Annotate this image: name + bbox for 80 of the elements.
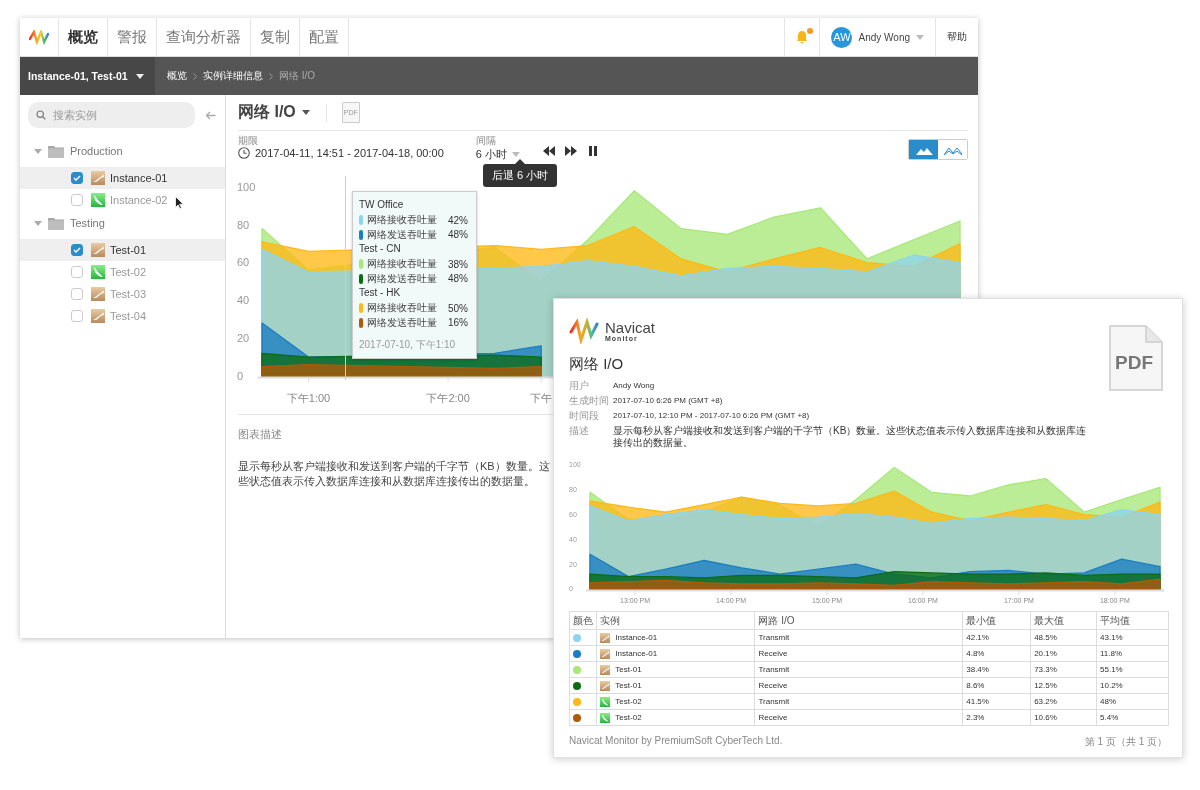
legend-value: 16% (448, 317, 468, 329)
meta-label: 生成时间 (569, 395, 610, 407)
table-cell: Instance-01 (615, 649, 658, 658)
table-cell: 73.3% (1030, 661, 1097, 678)
axis-label: 0 (237, 369, 244, 382)
legend-value: 38% (448, 258, 468, 270)
table-cell: 11.8% (1096, 645, 1169, 662)
table-cell: 55.1% (1096, 661, 1169, 678)
table-cell: Transmit (754, 661, 963, 678)
section-label: 图表描述 (238, 428, 282, 440)
table-cell: 8.6% (962, 677, 1031, 694)
table-cell: 4.8% (962, 645, 1031, 662)
file-type-label: PDF (1114, 352, 1154, 374)
table-cell: 38.4% (962, 661, 1031, 678)
table-cell: Receive (754, 645, 963, 662)
tooltip-time: 2017-07-10, 下午1:10 (359, 338, 457, 352)
column-header: 最大值 (1030, 611, 1097, 630)
legend-value: 48% (448, 273, 468, 285)
table-cell: Transmit (754, 629, 963, 646)
table-cell: 43.1% (1096, 629, 1169, 646)
table-cell: Test-01 (615, 665, 642, 674)
legend-label: 网络发送吞吐量 (367, 227, 438, 242)
breadcrumb-current: 网络 I/O (279, 69, 316, 83)
table-cell: 2.3% (962, 709, 1031, 726)
legend-value: 50% (448, 302, 468, 314)
series-group-title: Test - HK (359, 287, 402, 298)
page-number: 第 1 页（共 1 页） (1084, 735, 1167, 749)
axis-label: 下午1:00 (286, 392, 331, 404)
brand-name: Navicat (605, 320, 656, 335)
table-cell: 41.5% (962, 693, 1031, 710)
legend-value: 48% (448, 229, 468, 241)
chart-description: 显示每秒从客户端接收和发送到客户端的千字节（KB）数量。这些状态值表示传入数据库连接和从数据库连接传出的数据量。 (238, 459, 550, 489)
hint-tooltip: 后退 6 小时 (483, 159, 558, 187)
table-cell: Receive (754, 677, 963, 694)
meta-value: 2017-07-10, 12:10 PM - 2017-07-10 6:26 PM (GMT +8) (613, 410, 811, 422)
legend-label: 网络发送吞吐量 (367, 271, 438, 286)
meta-value: 2017-07-10 6:26 PM (GMT +8) (613, 395, 724, 407)
legend-label: 网络发送吞吐量 (367, 315, 438, 330)
legend-label: 网络接收吞吐量 (367, 257, 438, 272)
table-cell: 48% (1096, 693, 1169, 710)
column-header: 最小值 (962, 611, 1031, 630)
table-cell: 10.6% (1030, 709, 1097, 726)
axis-label: 60 (237, 256, 250, 269)
report-title: 网络 I/O (569, 355, 624, 374)
table-cell: Test-02 (615, 713, 642, 722)
table-cell: Instance-01 (615, 633, 658, 642)
field-label: 间隔 (475, 135, 497, 146)
meta-value: Andy Wong (613, 380, 656, 392)
meta-label: 用户 (569, 380, 590, 392)
series-group-title: Test - CN (359, 243, 402, 254)
table-cell: Test-02 (615, 697, 642, 706)
axis-label: 下午 (530, 392, 553, 404)
table-cell: 48.5% (1030, 629, 1097, 646)
axis-label: 20 (237, 332, 250, 345)
legend-label: 网络接收吞吐量 (367, 301, 438, 316)
axis-label: 80 (237, 218, 250, 231)
table-cell: 20.1% (1030, 645, 1097, 662)
field-label: 期限 (238, 135, 259, 146)
table-cell: 5.4% (1096, 709, 1169, 726)
column-header: 网路 I/O (754, 611, 963, 630)
column-header: 平均值 (1096, 611, 1169, 630)
column-header: 颜色 (569, 611, 597, 630)
footer-text: Navicat Monitor by PremiumSoft CyberTech Ltd. (569, 735, 783, 748)
axis-label: 下午2:00 (426, 392, 470, 404)
legend-value: 42% (448, 214, 468, 226)
table-cell: 12.5% (1030, 677, 1097, 694)
table-cell: 42.1% (962, 629, 1031, 646)
column-header: 实例 (596, 611, 755, 630)
table-cell: Receive (754, 709, 963, 726)
meta-label: 描述 (569, 425, 590, 438)
meta-label: 时间段 (569, 410, 600, 422)
series-group-title: TW Office (359, 199, 405, 210)
meta-value: 显示每秒从客户端接收和发送到客户端的千字节（KB）数量。这些状态值表示传入数据库连接和从数据库连接传出的数据量。 (613, 425, 1088, 449)
legend-label: 网络接收吞吐量 (367, 213, 438, 228)
table-cell: 63.2% (1030, 693, 1097, 710)
table-cell: Test-01 (615, 681, 642, 690)
axis-label: 40 (237, 294, 250, 307)
table-cell: 10.2% (1096, 677, 1169, 694)
axis-label: 100 (237, 180, 256, 193)
table-cell: Transmit (754, 693, 963, 710)
